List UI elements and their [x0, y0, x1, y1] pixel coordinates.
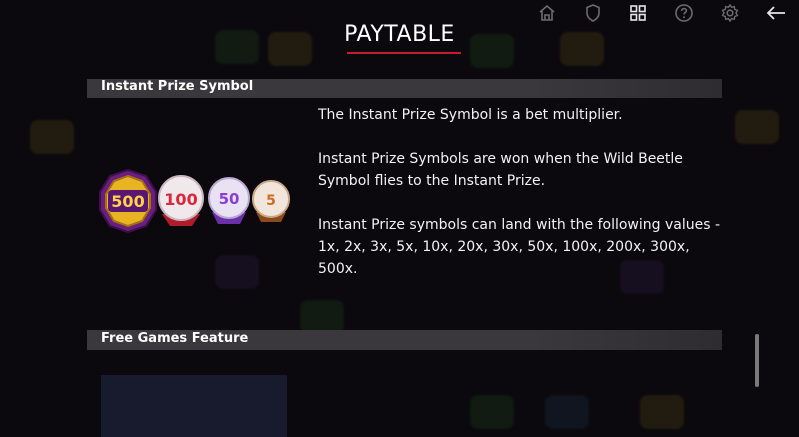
bg-tile [470, 395, 514, 429]
free-games-preview-image [101, 375, 287, 437]
bg-tile [215, 255, 259, 289]
scrollbar[interactable] [755, 334, 759, 387]
svg-text:500: 500 [111, 192, 144, 211]
bg-tile [300, 300, 344, 334]
bg-tile [30, 120, 74, 154]
help-icon[interactable] [673, 2, 695, 24]
svg-text:5: 5 [266, 193, 276, 209]
prize-symbol-100: 100 [158, 175, 204, 226]
bg-tile [735, 110, 779, 144]
instant-prize-description-3: Instant Prize symbols can land with the … [318, 217, 721, 277]
instant-prize-description-2: Instant Prize Symbols are won when the W… [318, 151, 683, 189]
shield-icon[interactable] [582, 2, 604, 24]
svg-text:100: 100 [164, 190, 197, 209]
bg-tile [640, 395, 684, 429]
instant-prize-description-1: The Instant Prize Symbol is a bet multip… [318, 107, 623, 123]
svg-text:50: 50 [219, 190, 240, 208]
back-arrow-icon[interactable] [765, 2, 787, 24]
page-title: PAYTABLE [344, 22, 455, 47]
settings-icon[interactable] [719, 2, 741, 24]
instant-prize-symbols: 500 100 50 5 [96, 168, 296, 234]
grid-icon[interactable] [627, 2, 649, 24]
title-underline [347, 52, 461, 54]
prize-symbol-5: 5 [252, 180, 290, 222]
bg-tile [545, 395, 589, 429]
section-heading-instant-prize: Instant Prize Symbol [101, 79, 254, 94]
section-heading-free-games: Free Games Feature [101, 331, 249, 346]
prize-symbol-50: 50 [208, 177, 250, 224]
prize-symbol-500: 500 [99, 168, 157, 234]
home-icon[interactable] [536, 2, 558, 24]
